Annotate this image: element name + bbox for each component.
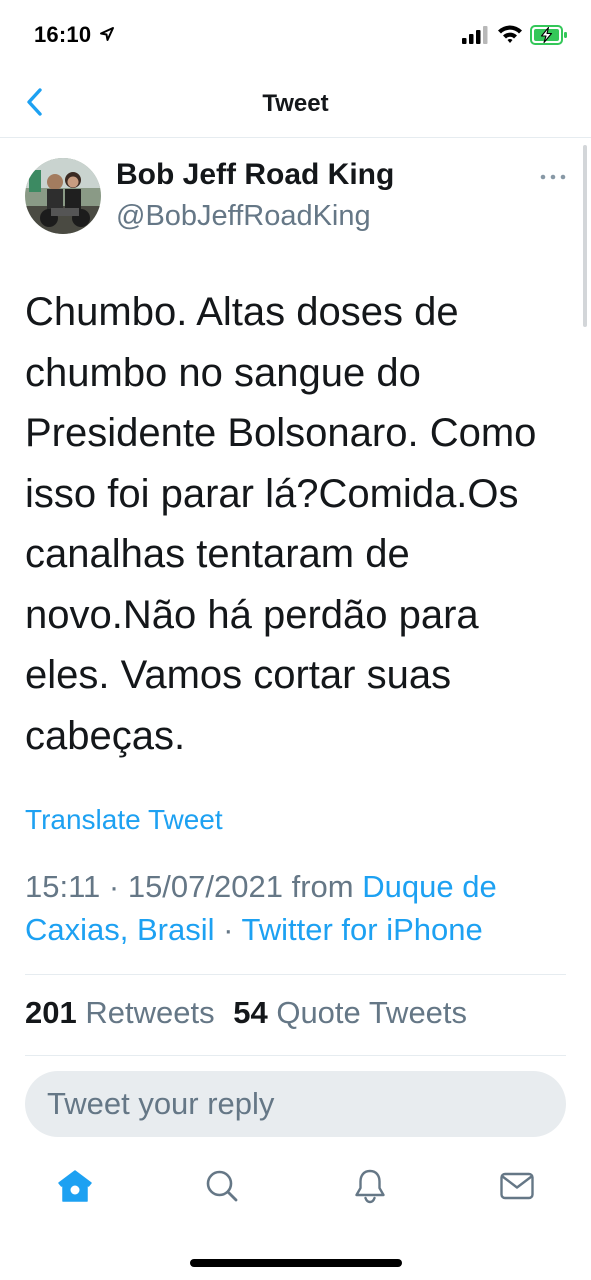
scroll-indicator[interactable] bbox=[583, 145, 587, 327]
bell-icon bbox=[353, 1168, 387, 1209]
tweet-timestamp: 15:11 · 15/07/2021 bbox=[25, 869, 283, 904]
nav-header: Tweet bbox=[0, 70, 591, 138]
username[interactable]: @BobJeffRoadKing bbox=[116, 200, 371, 233]
client-link[interactable]: Twitter for iPhone bbox=[242, 912, 483, 947]
wifi-icon bbox=[497, 24, 523, 49]
search-icon bbox=[205, 1169, 239, 1208]
reply-placeholder: Tweet your reply bbox=[47, 1086, 275, 1121]
more-horizontal-icon bbox=[540, 167, 566, 185]
tab-messages[interactable] bbox=[487, 1160, 547, 1216]
quotes-count: 54 bbox=[233, 995, 268, 1030]
home-icon bbox=[57, 1169, 93, 1208]
display-name[interactable]: Bob Jeff Road King bbox=[116, 158, 394, 192]
status-bar: 16:10 bbox=[0, 0, 591, 70]
tab-notifications[interactable] bbox=[340, 1160, 400, 1216]
retweets-label: Retweets bbox=[85, 995, 215, 1030]
tweet-text: Chumbo. Altas doses de chumbo no sangue … bbox=[25, 290, 537, 758]
battery-charging-icon bbox=[530, 25, 568, 50]
translate-tweet-link[interactable]: Translate Tweet bbox=[25, 804, 223, 836]
meta-separator: · bbox=[223, 912, 234, 947]
divider bbox=[25, 974, 566, 975]
tab-bar bbox=[0, 1160, 591, 1220]
reply-input[interactable]: Tweet your reply bbox=[25, 1071, 566, 1137]
from-label: from bbox=[291, 869, 354, 904]
quote-tweets-stat[interactable]: 54 Quote Tweets bbox=[233, 995, 467, 1030]
tab-search[interactable] bbox=[192, 1160, 252, 1216]
tab-home[interactable] bbox=[45, 1160, 105, 1216]
location-arrow-icon bbox=[99, 26, 115, 47]
avatar[interactable] bbox=[25, 158, 101, 234]
page-title: Tweet bbox=[262, 90, 329, 117]
quotes-label: Quote Tweets bbox=[276, 995, 468, 1030]
retweets-count: 201 bbox=[25, 995, 77, 1030]
divider bbox=[25, 1055, 566, 1056]
status-time: 16:10 bbox=[34, 22, 92, 47]
tweet-stats: 201 Retweets 54 Quote Tweets bbox=[25, 995, 477, 1031]
home-indicator[interactable] bbox=[190, 1259, 402, 1267]
more-options-button[interactable] bbox=[535, 164, 571, 188]
tweet-metadata: 15:11 · 15/07/2021 from Duque de Caxias,… bbox=[25, 865, 570, 951]
cellular-signal-icon bbox=[462, 26, 490, 49]
mail-icon bbox=[499, 1171, 535, 1206]
retweets-stat[interactable]: 201 Retweets bbox=[25, 995, 215, 1030]
